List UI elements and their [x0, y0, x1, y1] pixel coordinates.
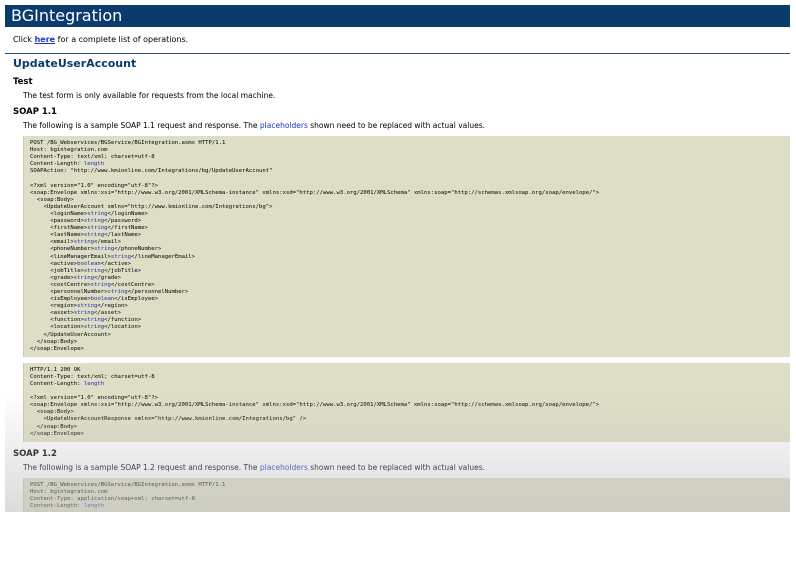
code-line: Content-Length: length — [30, 161, 105, 168]
soap11-description: The following is a sample SOAP 1.1 reque… — [5, 117, 790, 130]
soap12-desc-prefix: The following is a sample SOAP 1.2 reque… — [23, 462, 260, 472]
soap11-request-code: POST /BG_Webservices/BGService/BGIntegra… — [23, 136, 790, 357]
placeholder-value: string — [87, 225, 108, 232]
placeholder-value: length — [83, 381, 105, 387]
code-line: <email>string</email> — [30, 239, 121, 246]
code-line: <UpdateUserAccountResponse xmlns="http:/… — [30, 416, 307, 423]
placeholder-value: string — [94, 246, 115, 253]
soap12-heading: SOAP 1.2 — [13, 448, 57, 459]
operation-title: UpdateUserAccount — [13, 57, 137, 70]
placeholder-value: string — [87, 210, 108, 217]
soap11-placeholders-link[interactable]: placeholders — [260, 121, 308, 130]
code-line: <soap:Body> — [30, 196, 74, 203]
code-line: HTTP/1.1 200 OK — [30, 366, 81, 373]
placeholder-value: string — [73, 239, 94, 246]
placeholder-value: string — [83, 324, 105, 331]
code-line: <function>string</function> — [30, 317, 142, 324]
code-line: <password>string</password> — [30, 218, 142, 225]
code-line: <lastName>string</lastName> — [30, 232, 142, 239]
soap12-description: The following is a sample SOAP 1.2 reque… — [5, 459, 790, 472]
placeholder-value: string — [83, 232, 105, 239]
code-line: <location>string</location> — [30, 324, 142, 331]
soap11-heading: SOAP 1.1 — [13, 107, 57, 117]
code-line: Content-Type: text/xml; charset=utf-8 — [30, 154, 155, 161]
soap12-desc-suffix: shown need to be replaced with actual va… — [307, 462, 485, 472]
code-line: <UpdateUserAccount xmlns="http://www.kmi… — [30, 203, 273, 210]
code-line: <soap:Envelope xmlns:xsi="http://www.w3.… — [30, 402, 600, 409]
test-heading: Test — [13, 77, 33, 87]
code-line: Host: bgintegration.com — [30, 147, 108, 154]
code-line: SOAPAction: "http://www.kmionline.com/In… — [30, 168, 273, 175]
code-line: POST /BG_Webservices/BGService/BGIntegra… — [30, 481, 226, 488]
code-line: Content-Length: length — [30, 503, 105, 510]
code-line: </UpdateUserAccount> — [30, 331, 111, 338]
code-line: <soap:Body> — [30, 409, 74, 416]
code-line: <personnelNumber>string</personnelNumber… — [30, 288, 189, 295]
placeholder-value: string — [83, 317, 105, 324]
code-line: </soap:Envelope> — [30, 430, 84, 437]
code-line: Content-Type: application/soap+xml; char… — [30, 495, 196, 502]
code-line: Host: bgintegration.com — [30, 488, 108, 495]
intro-suffix: for a complete list of operations. — [55, 35, 189, 44]
code-line: <?xml version="1.0" encoding="utf-8"?> — [30, 182, 158, 189]
placeholder-value: boolean — [77, 260, 101, 267]
placeholder-value: length — [83, 503, 105, 510]
code-line: <phoneNumber>string</phoneNumber> — [30, 246, 162, 253]
soap12-request-code: POST /BG_Webservices/BGService/BGIntegra… — [23, 477, 790, 512]
code-line: <costCentre>string</costCentre> — [30, 281, 155, 288]
intro-prefix: Click — [13, 35, 35, 44]
code-line: <lineManagerEmail>string</lineManagerEma… — [30, 253, 196, 260]
placeholder-value: string — [107, 288, 128, 295]
placeholder-value: string — [83, 218, 105, 225]
code-line: <active>boolean</active> — [30, 260, 132, 267]
soap11-desc-prefix: The following is a sample SOAP 1.1 reque… — [23, 121, 260, 130]
code-line: <isEmployee>boolean</isEmployee> — [30, 296, 158, 303]
code-line: </soap:Body> — [30, 423, 78, 430]
soap11-response-code: HTTP/1.1 200 OK Content-Type: text/xml; c… — [23, 362, 790, 442]
placeholder-value: boolean — [90, 296, 115, 303]
code-line: <firstName>string</firstName> — [30, 225, 148, 232]
soap12-placeholders-link[interactable]: placeholders — [260, 463, 308, 472]
soap11-desc-suffix: shown need to be replaced with actual va… — [307, 121, 485, 130]
page-frame: BGIntegration Click here for a complete … — [5, 5, 790, 512]
code-line: <asset>string</asset> — [30, 310, 121, 317]
code-line: <?xml version="1.0" encoding="utf-8"?> — [30, 395, 158, 402]
code-line: <loginName>string</loginName> — [30, 210, 148, 217]
operations-list-link[interactable]: here — [35, 35, 56, 44]
placeholder-value: string — [73, 274, 94, 281]
placeholder-value: string — [73, 310, 94, 317]
placeholder-value: string — [110, 253, 132, 260]
placeholder-value: string — [77, 303, 98, 310]
test-text: The test form is only available for requ… — [23, 91, 276, 100]
placeholder-value: string — [90, 281, 111, 288]
code-line: </soap:Envelope> — [30, 345, 84, 352]
code-line: </soap:Body> — [30, 338, 78, 345]
code-line: <region>string</region> — [30, 303, 128, 310]
service-title: BGIntegration — [11, 6, 123, 25]
placeholder-value: length — [83, 161, 105, 168]
service-banner: BGIntegration — [5, 5, 790, 27]
operations-intro: Click here for a complete list of operat… — [5, 27, 790, 49]
placeholder-value: string — [83, 267, 105, 274]
code-line: <jobTitle>string</jobTitle> — [30, 267, 142, 274]
code-line: Content-Length: length — [30, 381, 105, 387]
code-line: <grade>string</grade> — [30, 274, 121, 281]
code-line: Content-Type: text/xml; charset=utf-8 — [30, 373, 155, 380]
code-line: POST /BG_Webservices/BGService/BGIntegra… — [30, 140, 226, 146]
code-line: <soap:Envelope xmlns:xsi="http://www.w3.… — [30, 189, 600, 196]
